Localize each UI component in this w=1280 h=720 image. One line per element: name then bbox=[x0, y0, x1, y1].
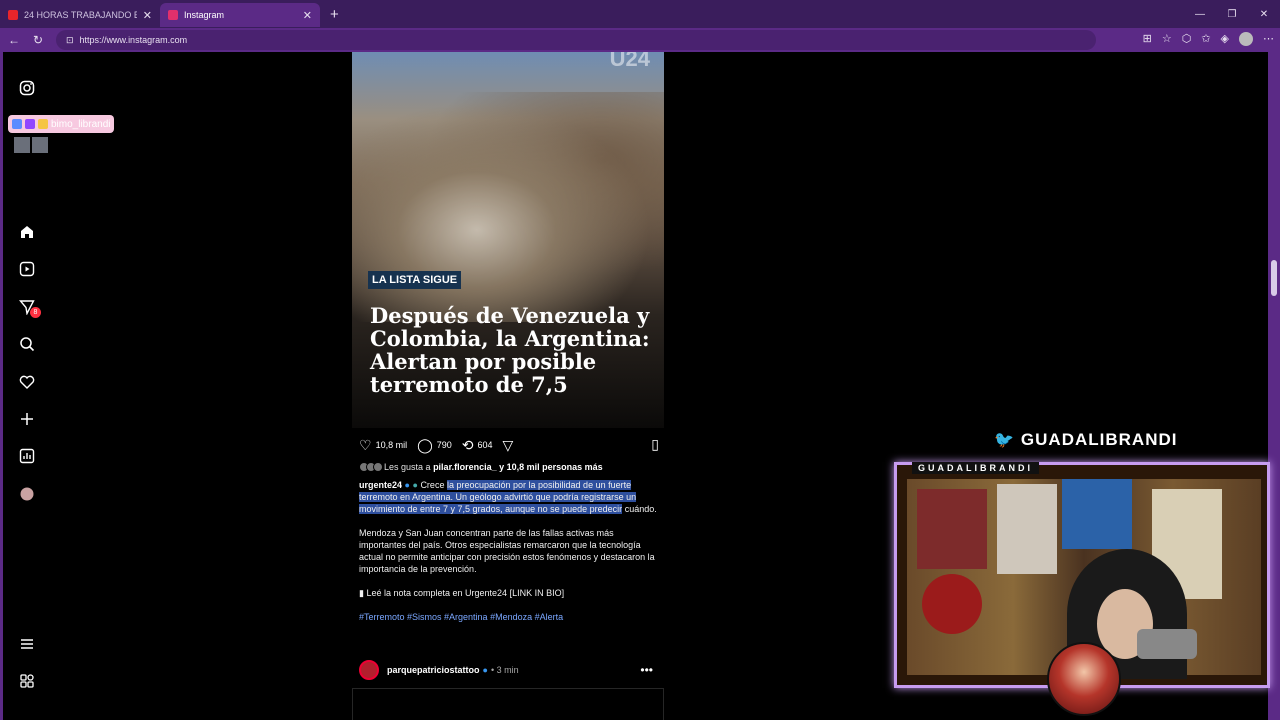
author-username[interactable]: urgente24 bbox=[359, 480, 402, 490]
search-icon[interactable] bbox=[17, 334, 37, 354]
cam-label: GUADALIBRANDI bbox=[912, 462, 1039, 474]
repost-button[interactable]: ⟲ 604 bbox=[462, 437, 493, 454]
tab-title: Instagram bbox=[184, 10, 225, 20]
next-post-author[interactable]: parquepatriciostattoo bbox=[387, 665, 480, 675]
apps-icon[interactable]: ⊞ bbox=[1143, 32, 1152, 46]
bookmark-icon[interactable]: ▯ bbox=[651, 436, 659, 453]
tab-youtube[interactable]: 24 HORAS TRABAJANDO EN UNA ✕ bbox=[0, 3, 160, 27]
microphone bbox=[1137, 629, 1197, 659]
badge-icon bbox=[12, 119, 22, 129]
platform-sign bbox=[922, 574, 982, 634]
poster bbox=[917, 489, 987, 569]
liker-avatars bbox=[359, 462, 383, 472]
tab-bar: 24 HORAS TRABAJANDO EN UNA ✕ Instagram ✕… bbox=[0, 0, 1280, 28]
post-tag: LA LISTA SIGUE bbox=[368, 271, 462, 289]
liked-by: Les gusta a pilar.florencia_ y 10,8 mil … bbox=[359, 462, 603, 472]
reels-icon[interactable] bbox=[17, 259, 37, 279]
extensions-icon[interactable]: ⬡ bbox=[1182, 32, 1192, 46]
verified-icon: ● bbox=[404, 480, 410, 490]
notifications-badge: 8 bbox=[30, 307, 41, 318]
instagram-logo-icon[interactable] bbox=[17, 78, 37, 98]
caption-start: Crece bbox=[420, 480, 445, 490]
home-icon[interactable] bbox=[17, 222, 37, 242]
post-caption: urgente24 ● ● Crece la preocupación por … bbox=[359, 479, 659, 635]
create-icon[interactable] bbox=[17, 409, 37, 429]
more-options-icon[interactable]: ••• bbox=[640, 663, 653, 677]
more-options-icon[interactable]: ⋯ bbox=[1263, 32, 1274, 46]
more-icon[interactable] bbox=[17, 671, 37, 691]
shield-icon[interactable]: ◈ bbox=[1221, 32, 1229, 46]
comment-icon: ◯ bbox=[417, 436, 433, 453]
url-text: https://www.instagram.com bbox=[79, 35, 188, 45]
new-tab-icon[interactable]: + bbox=[330, 6, 339, 23]
post-actions: ♡ 10,8 mil ◯ 790 ⟲ 604 ▽ ▯ bbox=[359, 436, 659, 454]
close-tab-icon[interactable]: ✕ bbox=[303, 9, 312, 22]
minimize-icon[interactable]: — bbox=[1184, 0, 1216, 28]
twitter-overlay: 🐦 GUADALIBRANDI bbox=[988, 425, 1184, 455]
close-window-icon[interactable]: ✕ bbox=[1248, 0, 1280, 28]
window-controls: — ❐ ✕ bbox=[1184, 0, 1280, 28]
hashtags[interactable]: #Terremoto #Sismos #Argentina #Mendoza #… bbox=[359, 611, 659, 623]
back-icon[interactable]: ← bbox=[2, 33, 26, 47]
emote-icon bbox=[32, 137, 48, 153]
watermark: U24 bbox=[609, 52, 650, 71]
post-image[interactable]: U24 LA LISTA SIGUE Después de Venezuela … bbox=[352, 52, 664, 428]
address-bar: ← ↻ ⊡ https://www.instagram.com ⊞ ☆ ⬡ ✩ … bbox=[0, 28, 1280, 52]
close-tab-icon[interactable]: ✕ bbox=[143, 9, 152, 22]
heart-icon: ♡ bbox=[359, 436, 372, 453]
browser-window: 24 HORAS TRABAJANDO EN UNA ✕ Instagram ✕… bbox=[0, 0, 1280, 720]
restore-icon[interactable]: ❐ bbox=[1216, 0, 1248, 28]
caption-paragraph-2: Mendoza y San Juan concentran parte de l… bbox=[359, 528, 655, 574]
next-post-card[interactable] bbox=[352, 688, 664, 720]
repost-icon: ⟲ bbox=[461, 436, 474, 453]
comments-count: 790 bbox=[436, 440, 452, 450]
browser-toolbar: ⊞ ☆ ⬡ ✩ ◈ ⋯ bbox=[1143, 32, 1274, 46]
badge-icon bbox=[25, 119, 35, 129]
liked-by-user[interactable]: pilar.florencia_ bbox=[433, 462, 497, 472]
scroll-thumb[interactable] bbox=[1271, 260, 1277, 296]
instagram-favicon-icon bbox=[168, 10, 178, 20]
heart-icon[interactable] bbox=[17, 372, 37, 392]
emote-icon bbox=[14, 137, 30, 153]
phone-icon: ▮ bbox=[359, 588, 364, 598]
comment-button[interactable]: ◯ 790 bbox=[417, 437, 452, 454]
caption-paragraph-3: Leé la nota completa en Urgente24 [LINK … bbox=[366, 588, 565, 598]
share-icon: ▽ bbox=[502, 436, 514, 453]
site-info-icon[interactable]: ⊡ bbox=[66, 35, 74, 46]
post-time: • 3 min bbox=[490, 665, 519, 675]
youtube-favicon-icon bbox=[8, 10, 18, 20]
liked-by-prefix: Les gusta a bbox=[384, 462, 431, 472]
avatar[interactable] bbox=[359, 660, 379, 680]
chat-overlay-user: bimo_librandi bbox=[8, 115, 115, 133]
favorites-icon[interactable]: ✩ bbox=[1201, 32, 1210, 46]
streamer-avatar bbox=[1047, 642, 1121, 716]
poster bbox=[1062, 479, 1132, 549]
tab-title: 24 HORAS TRABAJANDO EN UNA bbox=[24, 10, 137, 20]
post-headline: Después de Venezuela y Colombia, la Arge… bbox=[370, 303, 650, 397]
dashboard-icon[interactable] bbox=[17, 446, 37, 466]
globe-icon: ● bbox=[412, 480, 418, 490]
chat-emotes bbox=[14, 137, 48, 153]
caption-end: cuándo. bbox=[624, 504, 657, 514]
chat-username: bimo_librandi bbox=[51, 118, 111, 130]
profile-avatar[interactable] bbox=[1239, 32, 1253, 46]
twitter-bird-icon: 🐦 bbox=[994, 432, 1015, 449]
like-button[interactable]: ♡ 10,8 mil bbox=[359, 437, 407, 454]
badge-icon bbox=[38, 119, 48, 129]
reposts-count: 604 bbox=[477, 440, 493, 450]
favorite-star-icon[interactable]: ☆ bbox=[1162, 32, 1172, 46]
likes-count: 10,8 mil bbox=[375, 440, 408, 450]
liked-by-suffix[interactable]: y 10,8 mil personas más bbox=[499, 462, 603, 472]
menu-icon[interactable] bbox=[17, 634, 37, 654]
verified-icon: ● bbox=[482, 665, 488, 675]
twitter-handle: GUADALIBRANDI bbox=[1020, 430, 1178, 449]
poster bbox=[997, 484, 1057, 574]
tab-instagram[interactable]: Instagram ✕ bbox=[160, 3, 320, 27]
url-field[interactable]: ⊡ https://www.instagram.com bbox=[56, 30, 1096, 50]
share-button[interactable]: ▽ bbox=[503, 437, 518, 454]
refresh-icon[interactable]: ↻ bbox=[26, 33, 50, 47]
next-post-header: parquepatriciostattoo ● • 3 min ••• bbox=[359, 660, 659, 680]
profile-icon[interactable] bbox=[17, 484, 37, 504]
